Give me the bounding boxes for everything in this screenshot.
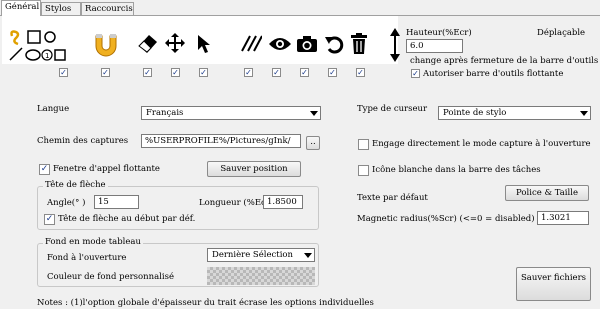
eye-icon[interactable]: [268, 36, 292, 52]
curseur-label: Type de curseur: [357, 104, 428, 114]
undo-icon[interactable]: [324, 34, 344, 54]
pointer-icon[interactable]: [196, 34, 212, 54]
fenetre-checkbox[interactable]: ✓: [39, 164, 50, 175]
tool-checkbox-6[interactable]: ✓: [244, 68, 253, 77]
eraser-icon[interactable]: [136, 32, 160, 54]
fenetre-label: Fenetre d'appel flottante: [53, 164, 160, 174]
hauteur-input[interactable]: 6.0: [406, 39, 463, 53]
langue-select[interactable]: Français: [141, 106, 321, 120]
change-label: change après fermeture de la barre d'out…: [410, 56, 599, 66]
chevron-down-icon: [310, 111, 318, 116]
autoriser-label: Autoriser barre d'outils flottante: [423, 69, 564, 79]
fond-group-label: Fond en mode tableau: [43, 237, 143, 247]
tab-raccourcis[interactable]: Raccourcis: [81, 2, 134, 15]
tool-checkbox-9[interactable]: ✓: [328, 68, 337, 77]
icone-checkbox[interactable]: [358, 165, 369, 176]
tab-general[interactable]: Général: [1, 0, 41, 16]
trash-icon[interactable]: [350, 33, 368, 55]
camera-icon[interactable]: [296, 35, 318, 53]
tool-checkbox-10[interactable]: ✓: [356, 68, 365, 77]
tool-checkbox-1[interactable]: ✓: [59, 68, 68, 77]
fond-ouverture-label: Fond à l'ouverture: [47, 253, 127, 263]
magnet-icon[interactable]: [92, 30, 120, 58]
browse-button[interactable]: ..: [306, 136, 320, 150]
engage-label: Engage directement le mode capture à l'o…: [372, 139, 591, 149]
chevron-down-icon: [580, 111, 588, 116]
curseur-value: Pointe de stylo: [443, 108, 507, 118]
tool-checkbox-5[interactable]: ✓: [199, 68, 208, 77]
tool-checkbox-3[interactable]: ✓: [143, 68, 152, 77]
magnetic-label: Magnetic radius(%Scr) (<=0 = disabled): [357, 214, 535, 224]
couleur-label: Couleur de fond personnalisé: [47, 272, 174, 282]
fond-ouverture-value: Dernière Sélection: [212, 250, 294, 260]
vertical-resize-icon: [390, 28, 400, 62]
tool-checkbox-8[interactable]: ✓: [300, 68, 309, 77]
svg-text:1: 1: [45, 52, 49, 60]
sauver-position-button[interactable]: Sauver position: [207, 161, 301, 177]
curseur-select[interactable]: Pointe de stylo: [438, 106, 591, 120]
angle-input[interactable]: 15: [94, 195, 139, 209]
sauver-fichiers-button[interactable]: Sauver fichiers: [516, 267, 591, 301]
autoriser-checkbox[interactable]: ✓: [411, 69, 420, 78]
hatch-icon[interactable]: [240, 34, 262, 52]
move-icon[interactable]: [164, 32, 186, 54]
pen-select-icon[interactable]: 1: [8, 28, 88, 64]
engage-checkbox[interactable]: [358, 139, 369, 150]
notes-text: Notes : (1)l'option globale d'épaisseur …: [37, 298, 374, 308]
tool-checkbox-2[interactable]: ✓: [101, 68, 110, 77]
police-taille-button[interactable]: Police & Taille: [505, 185, 589, 201]
tete-debut-checkbox[interactable]: ✓: [44, 214, 55, 225]
fond-ouverture-select[interactable]: Dernière Sélection: [207, 248, 315, 262]
longueur-input[interactable]: 1.8500: [263, 195, 303, 209]
toolbar-preview: 1: [2, 16, 398, 64]
hauteur-label: Hauteur(%Ecr): [406, 28, 472, 38]
tab-stylos[interactable]: Stylos: [41, 2, 81, 15]
tool-checkbox-7[interactable]: ✓: [272, 68, 281, 77]
chemin-label: Chemin des captures: [37, 136, 129, 146]
tete-debut-label: Tête de flèche au début par déf.: [58, 214, 196, 224]
icone-label: Icône blanche dans la barre des tâches: [372, 165, 541, 175]
langue-label: Langue: [37, 104, 70, 114]
texte-label: Texte par défaut: [357, 193, 428, 203]
deplacable-label: Déplaçable: [537, 28, 586, 38]
langue-value: Français: [146, 108, 184, 118]
chevron-down-icon: [304, 253, 312, 258]
tool-checkbox-4[interactable]: ✓: [171, 68, 180, 77]
angle-label: Angle(° ): [47, 198, 86, 208]
couleur-swatch[interactable]: [207, 267, 315, 285]
chemin-input[interactable]: %USERPROFILE%/Pictures/gInk/: [141, 134, 301, 148]
fleche-group-label: Tête de flèche: [43, 180, 108, 190]
magnetic-input[interactable]: 1.3021: [537, 211, 589, 225]
